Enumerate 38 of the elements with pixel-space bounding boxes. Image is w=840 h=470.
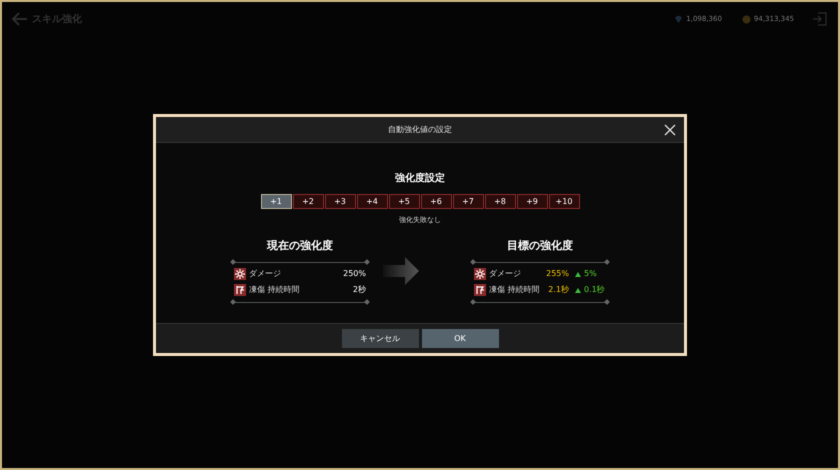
level-option[interactable]: +2 <box>292 194 324 209</box>
exit-icon[interactable] <box>812 11 828 27</box>
section-title: 強化度設定 <box>395 171 445 186</box>
increase-value: 5% <box>584 268 598 280</box>
level-option[interactable]: +10 <box>548 194 580 209</box>
frost-icon <box>474 284 486 296</box>
close-button[interactable] <box>662 122 678 138</box>
frost-icon <box>234 284 246 296</box>
back-icon[interactable] <box>12 12 28 26</box>
level-option[interactable]: +6 <box>420 194 452 209</box>
panel-title: 目標の強化度 <box>506 238 574 254</box>
level-option[interactable]: +5 <box>388 194 420 209</box>
stat-value: 255% <box>546 268 569 280</box>
stat-value: 2.1秒 <box>548 284 569 296</box>
stat-value: 250% <box>343 268 366 280</box>
burst-icon <box>234 268 246 280</box>
stat-name: 凍傷 持続時間 <box>489 284 540 296</box>
panel-title: 現在の強化度 <box>266 238 334 254</box>
level-option[interactable]: +8 <box>484 194 516 209</box>
level-option[interactable]: +1 <box>260 194 292 209</box>
stat-name: ダメージ <box>249 268 281 280</box>
increase-icon <box>575 288 581 292</box>
increase-value: 0.1秒 <box>584 284 606 296</box>
level-option[interactable]: +3 <box>324 194 356 209</box>
cancel-button[interactable]: キャンセル <box>342 329 418 348</box>
level-option[interactable]: +9 <box>516 194 548 209</box>
level-option[interactable]: +4 <box>356 194 388 209</box>
ok-button[interactable]: OK <box>422 329 498 348</box>
coin-icon <box>742 14 751 24</box>
dialog-title: 自動強化値の設定 <box>388 124 452 136</box>
increase-icon <box>575 272 581 276</box>
arrow-icon <box>383 256 419 286</box>
gem-icon <box>674 14 684 24</box>
burst-icon <box>474 268 486 280</box>
stat-value: 2秒 <box>352 284 366 296</box>
stat-name: ダメージ <box>489 268 521 280</box>
level-option[interactable]: +7 <box>452 194 484 209</box>
stat-name: 凍傷 持続時間 <box>249 284 300 296</box>
